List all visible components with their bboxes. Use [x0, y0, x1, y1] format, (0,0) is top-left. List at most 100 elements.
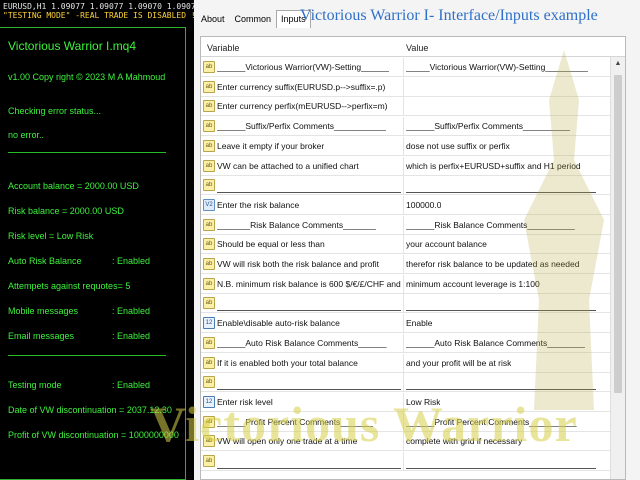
input-row[interactable]: ab Enter currency suffix(EURUSD.p-->suffi…	[201, 77, 612, 97]
column-divider	[403, 314, 404, 334]
column-divider	[403, 176, 404, 196]
input-variable-name: VW can be attached to a unified chart	[217, 160, 359, 171]
enum-type-icon: 12	[203, 395, 215, 408]
input-variable-name: VW will risk both the risk balance and p…	[217, 259, 380, 269]
risk-level: Risk level = Low Risk	[8, 231, 94, 241]
input-row[interactable]: ab _______Risk Balance Comments_______ ___…	[201, 215, 612, 235]
testing-value: : Enabled	[112, 380, 151, 390]
ea-title: Victorious Warrior I.mq4	[8, 39, 137, 53]
email-label: Email messages	[8, 331, 75, 341]
input-row[interactable]: 12 Enable\disable auto-risk balance Enable	[201, 314, 612, 334]
input-row[interactable]: ab ______Auto Risk Balance Comments______…	[201, 333, 612, 353]
separator-line	[406, 310, 596, 312]
input-value[interactable]: Low Risk	[406, 397, 440, 407]
column-divider	[403, 77, 404, 97]
auto-risk-status: Auto Risk Balance: Enabled	[8, 256, 150, 266]
vertical-scrollbar[interactable]: ▲	[610, 57, 625, 479]
string-type-icon: ab	[203, 100, 215, 113]
input-variable-name: Enable\disable auto-risk balance	[217, 318, 340, 329]
scroll-up-icon[interactable]: ▲	[611, 57, 625, 71]
input-variable-name: ______Victorious Warrior(VW)-Setting____…	[217, 62, 390, 72]
requotes-attempts: Attempets against requotes= 5	[8, 281, 131, 291]
input-variable-name: Enter the risk balance	[217, 199, 300, 210]
account-balance: Account balance = 2000.00 USD	[8, 181, 139, 191]
input-row[interactable]: ab VW will risk both the risk balance and…	[201, 255, 612, 274]
input-row[interactable]: ab ______Victorious Warrior(VW)-Setting__…	[201, 58, 612, 77]
column-value[interactable]: Value	[406, 43, 428, 53]
input-value[interactable]: ______Profit Percent Comments__________	[406, 417, 577, 427]
input-row[interactable]: ab VW will open only one trade at a time …	[201, 432, 612, 452]
column-variable[interactable]: Variable	[207, 43, 239, 53]
discontinuation-profit: Profit of VW discontinuation = 100000000…	[8, 430, 179, 440]
input-row[interactable]: ab If it is enabled both your total balan…	[201, 353, 612, 373]
column-divider	[403, 97, 404, 117]
input-row[interactable]: ab	[201, 373, 612, 393]
chart-symbol-header: EURUSD,H1 1.09077 1.09077 1.09070 1.0907…	[3, 2, 194, 11]
input-row[interactable]: V2 Enter the risk balance 100000.0	[201, 195, 612, 215]
string-type-icon: ab	[203, 120, 215, 133]
input-value[interactable]: ______Auto Risk Balance Comments________	[406, 338, 585, 348]
ea-properties-dialog: About Common Inputs Victorious Warrior I…	[194, 0, 640, 480]
input-row[interactable]: ab	[201, 452, 612, 471]
separator-line	[217, 468, 401, 469]
testing-mode-status: Testing mode : Enabled	[8, 380, 150, 390]
input-row[interactable]: ab Enter currency perfix(mEURUSD-->perfix…	[201, 97, 612, 117]
tab-common[interactable]: Common	[230, 10, 277, 28]
input-value[interactable]: which is perfix+EURUSD+suffix and H1 per…	[406, 161, 581, 171]
input-row[interactable]: ab	[201, 294, 612, 314]
column-divider	[403, 452, 404, 471]
input-row[interactable]: ab Leave it empty if your broker dose not …	[201, 136, 612, 156]
input-value[interactable]: and your profit will be at risk	[406, 358, 511, 368]
input-value[interactable]: complete with grid if necessary	[406, 436, 522, 446]
input-value[interactable]: dose not use suffix or perfix	[406, 141, 510, 151]
input-row[interactable]: ab VW can be attached to a unified chart w…	[201, 156, 612, 176]
string-type-icon: ab	[203, 415, 215, 428]
input-row[interactable]: ab N.B. minimum risk balance is 600 $/€/£…	[201, 274, 612, 294]
scrollbar-thumb[interactable]	[614, 75, 622, 393]
input-row[interactable]: 12 Enter risk level Low Risk	[201, 392, 612, 412]
column-divider	[403, 412, 404, 432]
input-variable-name: VW will open only one trade at a time	[217, 436, 358, 447]
input-value[interactable]: ______Suffix/Perfix Comments__________	[406, 121, 570, 131]
column-divider	[403, 432, 404, 452]
input-row[interactable]: ab Should be equal or less than your accou…	[201, 235, 612, 255]
chart-window[interactable]: EURUSD,H1 1.09077 1.09077 1.09070 1.0907…	[0, 0, 194, 480]
input-value[interactable]: Enable	[406, 318, 432, 328]
input-row[interactable]: ab ______Profit Percent Comments_______ __…	[201, 412, 612, 432]
testing-label: Testing mode	[8, 380, 62, 390]
testing-mode-warning: "TESTING MODE" -REAL TRADE IS DISABLED !…	[3, 11, 194, 20]
column-divider	[403, 215, 404, 235]
separator-line	[406, 468, 596, 469]
input-value[interactable]: your account balance	[406, 239, 487, 249]
column-divider	[403, 235, 404, 255]
mobile-label: Mobile messages	[8, 306, 79, 316]
dialog-title: Victorious Warrior I- Interface/Inputs e…	[300, 7, 598, 24]
string-type-icon: ab	[203, 139, 215, 152]
input-value[interactable]: therefor risk balance to be updated as n…	[406, 259, 579, 269]
separator-line	[406, 192, 596, 194]
input-value[interactable]: 100000.0	[406, 200, 441, 210]
input-value[interactable]: _____Victorious Warrior(VW)-Setting_____…	[406, 62, 588, 72]
input-variable-name: Enter currency suffix(EURUSD.p-->suffix=…	[217, 81, 386, 92]
string-type-icon: ab	[203, 435, 215, 448]
input-value[interactable]: minimum account leverage is 1:100	[406, 279, 540, 289]
string-type-icon: ab	[203, 179, 215, 192]
input-variable-name: ______Auto Risk Balance Comments______	[217, 337, 387, 348]
input-row[interactable]: ab ______Suffix/Perfix Comments__________…	[201, 117, 612, 137]
mobile-messages-status: Mobile messages : Enabled	[8, 306, 150, 316]
column-divider	[403, 333, 404, 353]
column-divider	[403, 195, 404, 215]
check-status: Checking error status...	[8, 106, 102, 116]
string-type-icon: ab	[203, 61, 215, 73]
input-row[interactable]: ab	[201, 176, 612, 196]
column-divider	[403, 274, 404, 294]
mobile-value: : Enabled	[112, 306, 151, 316]
column-divider	[403, 373, 404, 393]
email-value: : Enabled	[112, 331, 151, 341]
string-type-icon: ab	[203, 159, 215, 172]
input-value[interactable]: ______Risk Balance Comments__________	[406, 220, 575, 230]
separator	[8, 152, 166, 153]
column-divider	[403, 156, 404, 176]
ea-info-panel: Victorious Warrior I.mq4 v1.00 Copy righ…	[0, 27, 186, 480]
tab-about[interactable]: About	[196, 10, 230, 28]
